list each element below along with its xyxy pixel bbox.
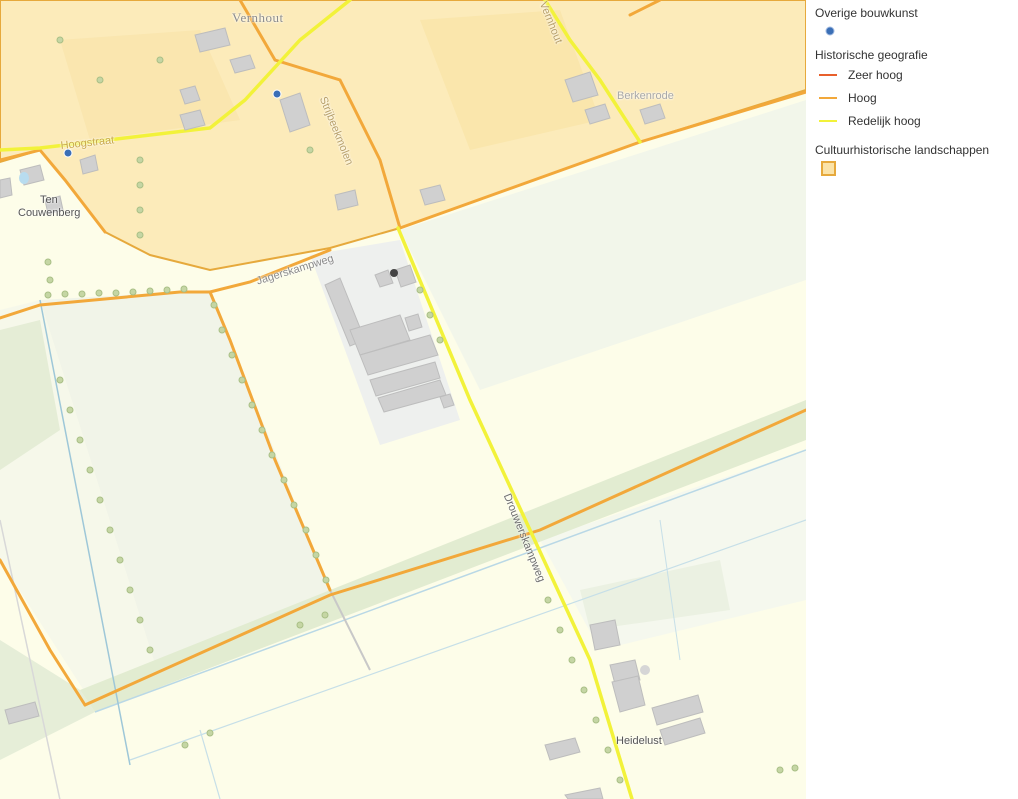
place-label-heidelust: Heidelust <box>616 735 662 747</box>
place-label-ten: Ten <box>40 194 58 206</box>
legend-title-historische-geografie: Historische geografie <box>815 48 928 62</box>
legend-title-cultuurhistorische-landschappen: Cultuurhistorische landschappen <box>815 143 990 157</box>
legend-label: Zeer hoog <box>848 68 903 82</box>
legend-label: Redelijk hoog <box>848 114 921 128</box>
line-swatch-icon <box>819 120 837 122</box>
place-label-vernhout: Vernhout <box>232 10 284 25</box>
legend-label: Hoog <box>848 91 877 105</box>
line-swatch-icon <box>819 97 837 99</box>
polygon-swatch-icon <box>821 161 836 176</box>
legend-title-overige-bouwkunst: Overige bouwkunst <box>815 6 918 20</box>
map-canvas[interactable]: Vernhout Hoogstraat Ten Couwenberg Berke… <box>0 0 806 799</box>
point-marker <box>390 269 398 277</box>
legend-item-hoog: Hoog <box>819 91 877 105</box>
place-label-couwenberg: Couwenberg <box>18 207 81 219</box>
line-swatch-icon <box>819 74 837 76</box>
overige-bouwkunst-symbol-icon <box>825 26 835 36</box>
legend-panel: Overige bouwkunst Historische geografie … <box>806 0 1018 799</box>
legend-item-redelijk-hoog: Redelijk hoog <box>819 114 921 128</box>
map-layers <box>0 0 806 799</box>
place-label-berkenrode: Berkenrode <box>617 90 674 102</box>
legend-item-zeer-hoog: Zeer hoog <box>819 68 903 82</box>
